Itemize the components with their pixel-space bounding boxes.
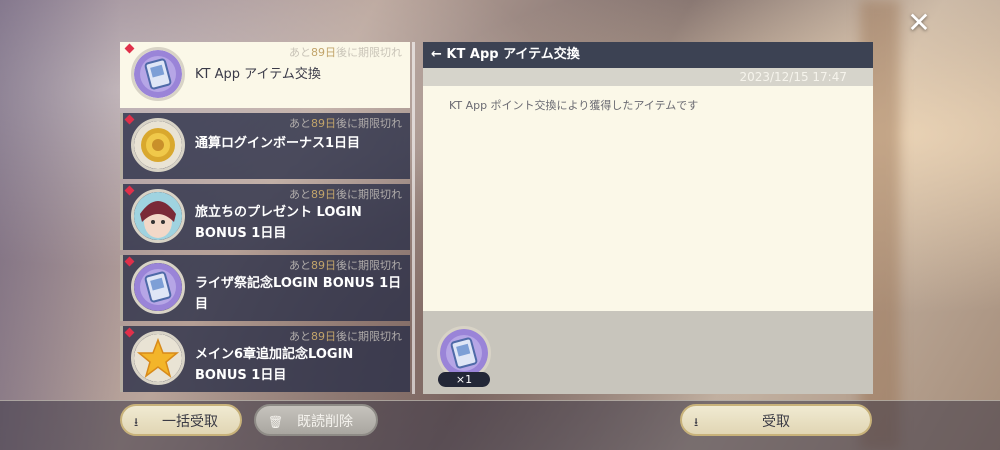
download-icon: ⭳ bbox=[694, 415, 699, 429]
detail-title: ← KT App アイテム交換 bbox=[423, 42, 873, 68]
item-title: 旅立ちのプレゼント LOGIN BONUS 1日目 bbox=[195, 205, 362, 241]
list-item[interactable]: あと89日後に期限切れ メイン6章追加記念LOGIN BONUS 1日目 bbox=[120, 326, 410, 392]
expire-text: あと89日後に期限切れ bbox=[289, 117, 402, 130]
list-scrollbar[interactable] bbox=[412, 42, 415, 394]
character-portrait-icon bbox=[131, 189, 185, 243]
unread-indicator bbox=[124, 327, 135, 338]
delete-read-button[interactable]: 🗑 既読削除 bbox=[254, 404, 378, 436]
unread-indicator bbox=[124, 256, 135, 267]
expire-text: あと89日後に期限切れ bbox=[289, 330, 402, 343]
receive-all-button[interactable]: ⭳ 一括受取 bbox=[120, 404, 242, 436]
receive-button[interactable]: ⭳ 受取 bbox=[680, 404, 872, 436]
receive-label: 受取 bbox=[762, 414, 790, 430]
reward-quantity: ×1 bbox=[438, 372, 490, 387]
delete-read-label: 既読削除 bbox=[297, 414, 353, 430]
download-icon: ⭳ bbox=[134, 415, 139, 429]
trash-icon: 🗑 bbox=[268, 415, 284, 429]
list-item[interactable]: あと89日後に期限切れ 通算ログインボーナス1日目 bbox=[120, 113, 410, 179]
close-button[interactable]: ✕ bbox=[906, 9, 932, 37]
present-list: あと89日後に期限切れ KT App アイテム交換 あと89日後に期限切れ 通算… bbox=[120, 42, 412, 394]
expire-text: あと89日後に期限切れ bbox=[289, 259, 402, 272]
expire-text: あと89日後に期限切れ bbox=[289, 188, 402, 201]
list-item[interactable]: あと89日後に期限切れ KT App アイテム交換 bbox=[120, 42, 410, 108]
expire-text: あと89日後に期限切れ bbox=[289, 46, 402, 59]
list-item[interactable]: あと89日後に期限切れ ライザ祭記念LOGIN BONUS 1日目 bbox=[120, 255, 410, 321]
gold-coin-icon bbox=[131, 118, 185, 172]
screen: ✕ あと89日後に期限切れ KT App アイテム交換 あと89日後に期限切れ … bbox=[0, 0, 1000, 450]
item-title: 通算ログインボーナス1日目 bbox=[195, 136, 361, 151]
receive-all-label: 一括受取 bbox=[162, 414, 218, 430]
detail-panel: ← KT App アイテム交換 2023/12/15 17:47 KT App … bbox=[423, 42, 873, 394]
detail-date: 2023/12/15 17:47 bbox=[423, 68, 873, 86]
detail-description: KT App ポイント交換により獲得したアイテムです bbox=[423, 86, 873, 311]
ticket-icon bbox=[131, 260, 185, 314]
unread-indicator bbox=[124, 114, 135, 125]
star-icon bbox=[131, 331, 185, 385]
background-shade bbox=[0, 0, 120, 450]
ticket-icon bbox=[131, 47, 185, 101]
unread-indicator bbox=[124, 185, 135, 196]
item-title: ライザ祭記念LOGIN BONUS 1日目 bbox=[195, 276, 402, 312]
list-item[interactable]: あと89日後に期限切れ 旅立ちのプレゼント LOGIN BONUS 1日目 bbox=[120, 184, 410, 250]
item-title: メイン6章追加記念LOGIN BONUS 1日目 bbox=[195, 347, 354, 383]
unread-indicator bbox=[124, 43, 135, 54]
item-title: KT App アイテム交換 bbox=[195, 67, 321, 82]
